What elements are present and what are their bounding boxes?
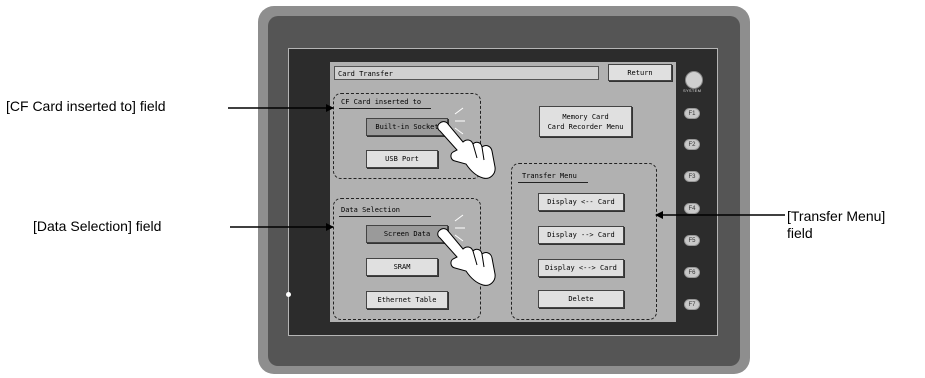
annotation-overlay	[228, 104, 785, 286]
tap-sparkle-icon	[454, 107, 465, 242]
hand-pointer-icon	[437, 228, 496, 286]
hand-pointer-icon	[437, 121, 496, 179]
